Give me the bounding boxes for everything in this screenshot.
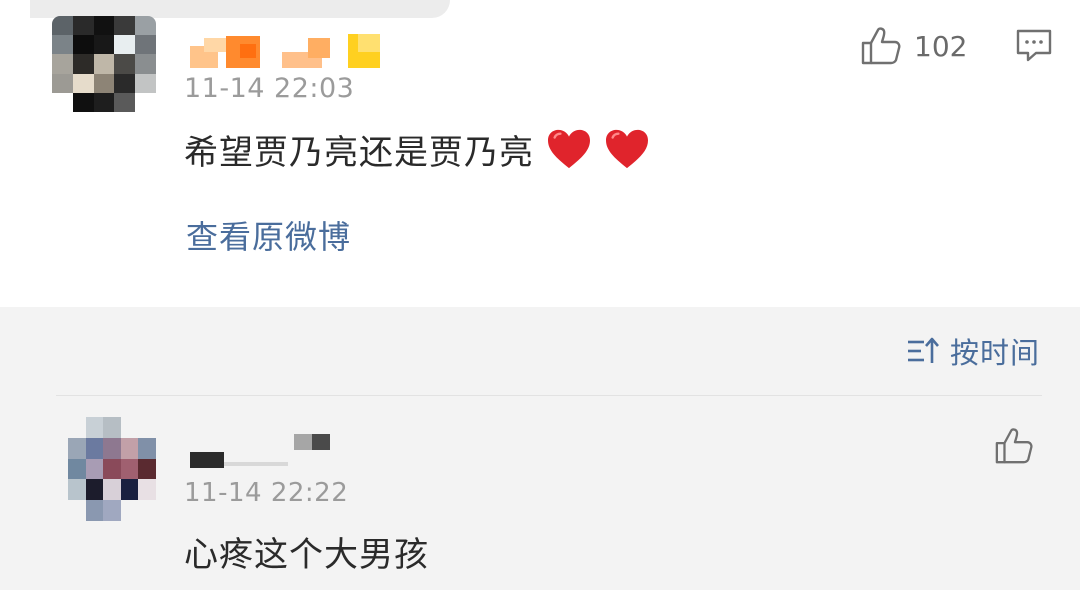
red-heart-icon xyxy=(548,129,590,169)
comment-timestamp: 11-14 22:03 xyxy=(184,73,355,104)
sort-ascending-icon xyxy=(907,337,939,363)
reply-comment-icon[interactable] xyxy=(1014,26,1054,66)
like-count: 102 xyxy=(914,29,968,63)
comment-text: 心疼这个大男孩 xyxy=(184,534,429,575)
red-heart-icon xyxy=(606,129,648,169)
comment-text: 希望贾乃亮还是贾乃亮 xyxy=(184,124,650,174)
username-pixelated[interactable] xyxy=(188,432,338,468)
comment-timestamp: 11-14 22:22 xyxy=(184,478,349,508)
comment-text-content: 希望贾乃亮还是贾乃亮 xyxy=(184,132,534,173)
thumbs-up-icon[interactable] xyxy=(994,426,1034,466)
thumbs-up-icon xyxy=(861,27,901,65)
avatar[interactable] xyxy=(68,417,156,521)
avatar[interactable] xyxy=(52,16,156,112)
sort-by-time-button[interactable]: 按时间 xyxy=(906,330,1040,372)
view-original-weibo-link[interactable]: 查看原微博 xyxy=(186,212,351,258)
username-pixelated[interactable] xyxy=(190,34,390,70)
divider xyxy=(56,395,1042,396)
sort-label: 按时间 xyxy=(949,336,1040,370)
like-button[interactable]: 102 xyxy=(860,24,967,68)
